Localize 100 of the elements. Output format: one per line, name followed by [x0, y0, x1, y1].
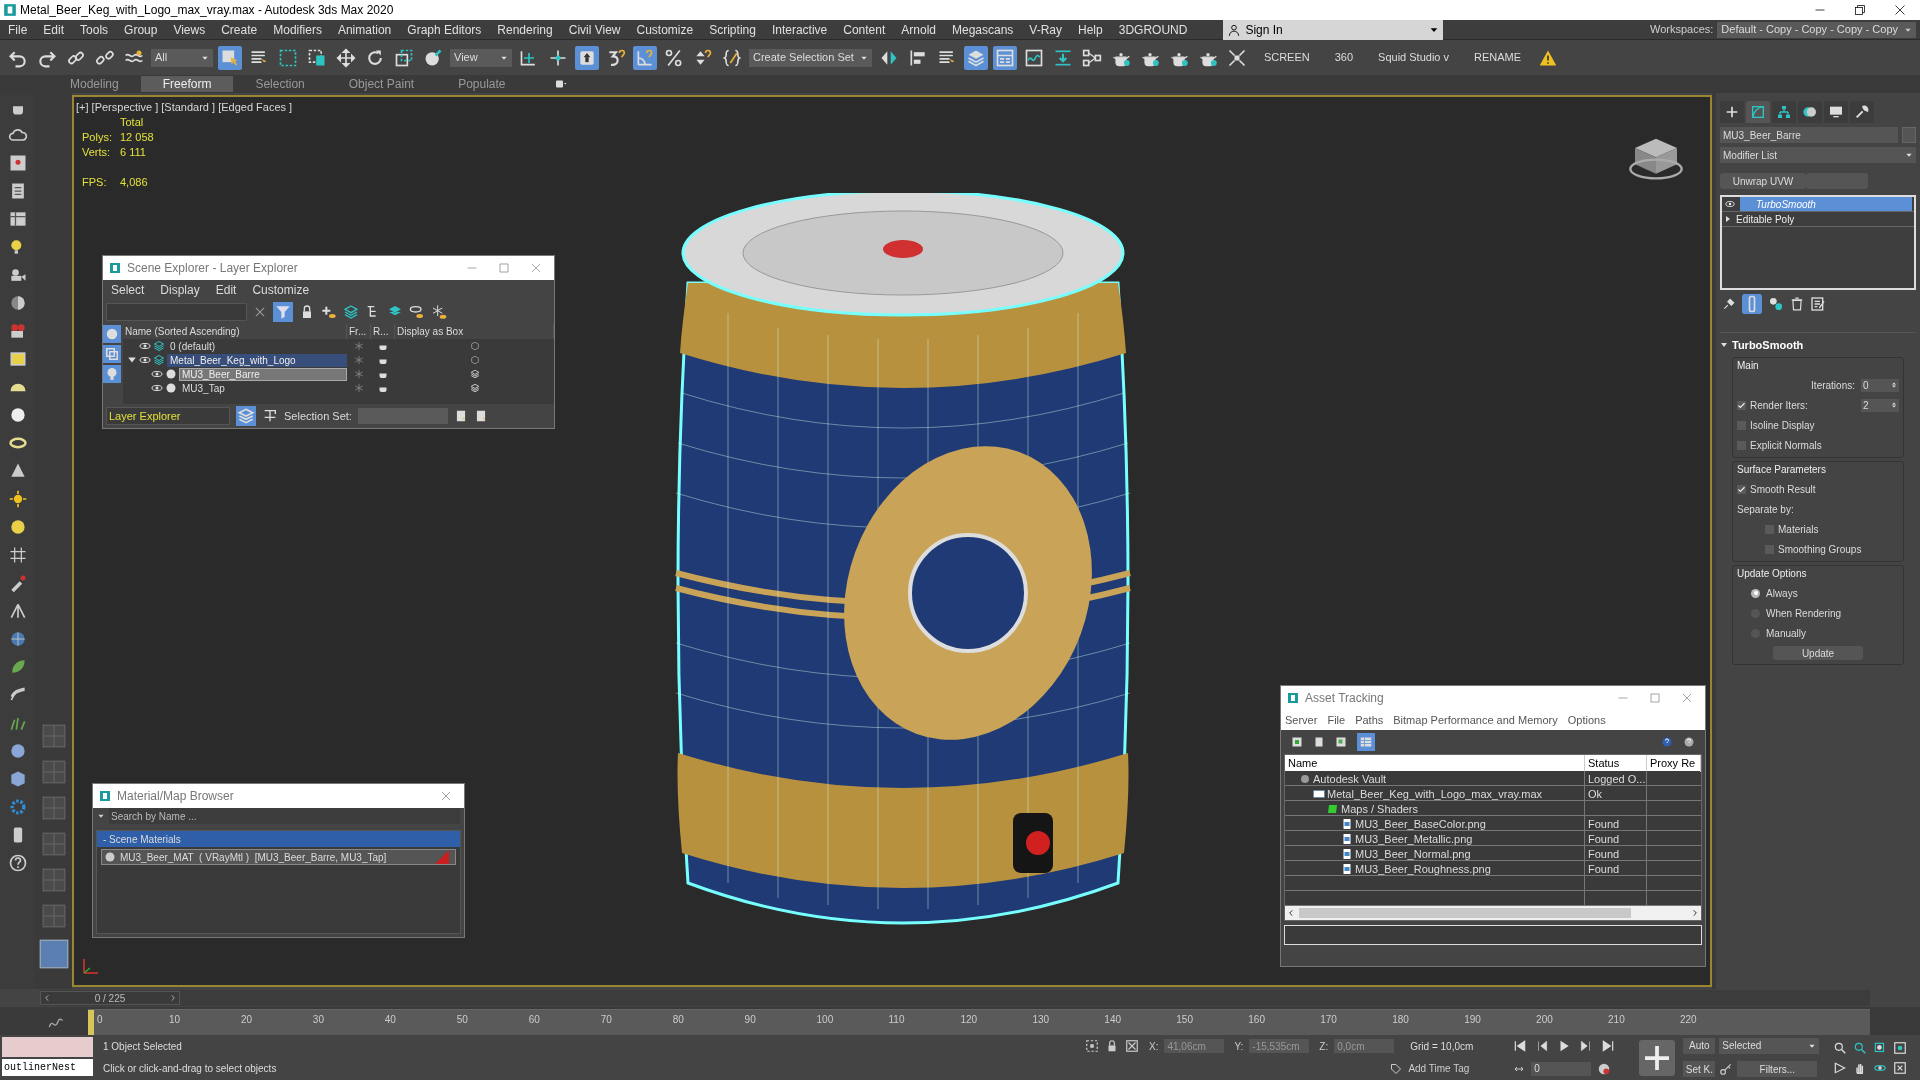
hierarchy-icon[interactable]: [262, 408, 278, 424]
asset-name[interactable]: MU3_Beer_Normal.png: [1285, 846, 1585, 863]
ribbon-tab[interactable]: Modeling: [48, 76, 141, 92]
menu-item[interactable]: File: [1327, 711, 1346, 729]
add-key-icon[interactable]: [1639, 1039, 1676, 1076]
eye-icon[interactable]: [139, 340, 151, 352]
menu-item[interactable]: Select: [111, 281, 145, 299]
menu-item[interactable]: Animation: [329, 20, 400, 39]
cube-icon[interactable]: [469, 355, 480, 365]
spinner-field[interactable]: 0: [1861, 378, 1899, 392]
panel-tab[interactable]: [1850, 101, 1874, 123]
single-viewport-icon[interactable]: [38, 939, 69, 969]
object-item[interactable]: MU3_Beer_Barre: [179, 367, 347, 381]
cube-icon[interactable]: [469, 341, 480, 351]
dropdown[interactable]: Create Selection Set: [749, 48, 872, 67]
eye-icon[interactable]: [151, 368, 163, 380]
workspace-dropdown[interactable]: Default - Copy - Copy - Copy - Copy: [1717, 21, 1916, 38]
thumbnail-icon[interactable]: [1335, 736, 1347, 748]
path-field[interactable]: [1284, 925, 1702, 945]
help-icon[interactable]: [1661, 736, 1673, 748]
sign-in-button[interactable]: Sign In: [1223, 19, 1444, 40]
menu-item[interactable]: Rendering: [489, 20, 561, 39]
placement-icon[interactable]: [423, 47, 443, 68]
menu-item[interactable]: Paths: [1355, 711, 1384, 729]
layers-icon[interactable]: [343, 304, 359, 320]
restore-icon[interactable]: [1854, 4, 1866, 16]
checkbox[interactable]: [1737, 400, 1746, 410]
layer-item[interactable]: 0 (default): [167, 339, 347, 353]
search-field[interactable]: [106, 303, 247, 321]
field-of-view-icon[interactable]: [1833, 1060, 1848, 1075]
isolate-icon[interactable]: [1085, 1039, 1099, 1054]
radio-button[interactable]: [1751, 588, 1760, 598]
time-slider-thumb[interactable]: 0 / 225: [40, 991, 180, 1005]
column-header[interactable]: Name (Sorted Ascending): [123, 324, 347, 339]
show-end-result-icon[interactable]: [1742, 294, 1762, 314]
panel-tab[interactable]: [1824, 101, 1848, 123]
layers-icon[interactable]: [469, 369, 480, 379]
crossing-square-icon[interactable]: [307, 47, 327, 68]
tag-icon[interactable]: [1390, 1062, 1403, 1075]
listener-field[interactable]: [2, 1037, 93, 1057]
column-header[interactable]: Display as Box: [395, 324, 554, 339]
script-field[interactable]: outlinerNest: [2, 1059, 93, 1076]
ribbon-tab[interactable]: Selection: [233, 76, 327, 92]
object-name-field[interactable]: MU3_Beer_Barre: [1720, 127, 1898, 143]
make-unique-icon[interactable]: [1768, 296, 1784, 312]
material-item[interactable]: MU3_Beer_MAT ( VRayMtl ) [MU3_Beer_Barre, MU3_Tap]: [101, 849, 456, 865]
object-color-swatch[interactable]: [1902, 127, 1916, 143]
previous-frame-icon[interactable]: [1535, 1039, 1550, 1054]
list-icon[interactable]: [1313, 736, 1325, 748]
horizontal-scrollbar[interactable]: [1285, 906, 1701, 920]
maximize-viewport-icon[interactable]: [1893, 1060, 1908, 1075]
eye-icon[interactable]: [1724, 199, 1736, 209]
help-icon[interactable]: [1683, 736, 1695, 748]
column-header[interactable]: Fr...: [347, 324, 371, 339]
menu-item[interactable]: 3DGROUND: [1110, 20, 1196, 39]
menu-item[interactable]: File: [0, 20, 36, 39]
menu-item[interactable]: Views: [165, 20, 214, 39]
asset-name[interactable]: Metal_Beer_Keg_with_Logo_max_vray.max: [1285, 786, 1585, 803]
chevron-right-icon[interactable]: [1691, 909, 1699, 917]
column-header[interactable]: Name: [1285, 755, 1585, 772]
panel-tab[interactable]: [1720, 101, 1744, 123]
menu-item[interactable]: Customize: [252, 281, 310, 299]
modifier-list-dropdown[interactable]: Modifier List: [1720, 147, 1916, 163]
snap-three-icon[interactable]: [606, 47, 626, 68]
menu-item[interactable]: Help: [1070, 20, 1111, 39]
go-to-start-icon[interactable]: [1513, 1039, 1528, 1054]
asset-name[interactable]: MU3_Beer_Metallic.png: [1285, 831, 1585, 848]
asset-name[interactable]: MU3_Beer_Roughness.png: [1285, 861, 1585, 878]
filters-button[interactable]: Filters...: [1737, 1061, 1818, 1078]
snowflake-icon[interactable]: [354, 383, 364, 393]
menu-item[interactable]: Interactive: [763, 20, 836, 39]
spinner-field[interactable]: 2: [1861, 398, 1899, 412]
column-header[interactable]: Proxy Re: [1647, 755, 1701, 772]
time-tag-button[interactable]: Add Time Tag: [1408, 1061, 1470, 1077]
key-filter-dropdown[interactable]: Selected: [1719, 1037, 1820, 1054]
modifier-stack-item[interactable]: Editable Poly: [1736, 212, 1912, 226]
menu-item[interactable]: Graph Editors: [399, 20, 490, 39]
menu-item[interactable]: Server: [1285, 711, 1318, 729]
eye-icon[interactable]: [151, 382, 163, 394]
menu-item[interactable]: Edit: [35, 20, 73, 39]
percent-icon[interactable]: [664, 47, 684, 68]
menu-item[interactable]: Group: [116, 20, 166, 39]
dropdown[interactable]: View: [450, 48, 512, 67]
toolbar-label[interactable]: 360: [1324, 49, 1364, 66]
chevron-left-icon[interactable]: [1287, 909, 1295, 917]
menu-item[interactable]: Scripting: [701, 20, 764, 39]
dashed-square-icon[interactable]: [278, 47, 298, 68]
column-header[interactable]: Status: [1585, 755, 1647, 772]
toolbar-label[interactable]: SCREEN: [1253, 49, 1320, 66]
panel-tab[interactable]: [1746, 101, 1770, 123]
help-icon[interactable]: [7, 853, 28, 873]
ribbon-tab[interactable]: Populate: [436, 76, 528, 92]
scale-icon[interactable]: [394, 47, 414, 68]
checkbox[interactable]: [1737, 484, 1746, 494]
menu-item[interactable]: Customize: [628, 20, 702, 39]
dropdown[interactable]: All: [151, 48, 213, 67]
menu-item[interactable]: Edit: [215, 281, 237, 299]
menu-item[interactable]: Tools: [72, 20, 117, 39]
expand-triangle-icon[interactable]: [127, 355, 137, 365]
object-item[interactable]: MU3_Tap: [179, 381, 347, 395]
